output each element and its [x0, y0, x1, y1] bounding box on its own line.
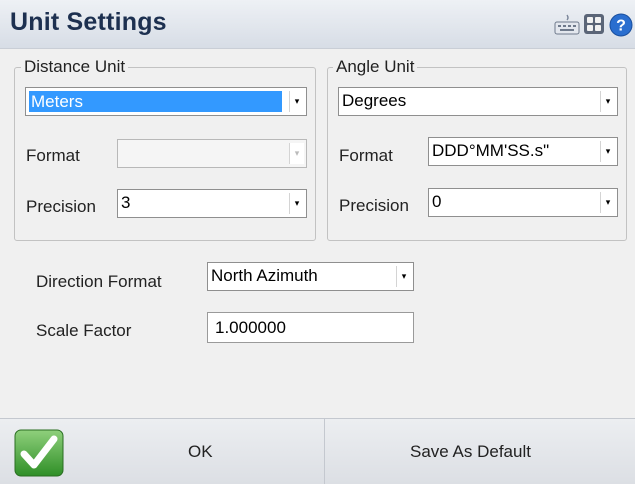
distance-unit-select[interactable]: Meters ▾ [25, 87, 307, 116]
distance-precision-label: Precision [26, 197, 96, 216]
angle-format-value: DDD°MM'SS.s" [432, 141, 550, 160]
svg-text:?: ? [616, 18, 626, 35]
angle-unit-legend: Angle Unit [333, 57, 418, 77]
angle-unit-select[interactable]: Degrees ▾ [338, 87, 618, 116]
page-title: Unit Settings [10, 8, 167, 36]
scale-factor-input[interactable]: 1.000000 [207, 312, 414, 343]
ok-button[interactable]: OK [0, 419, 325, 484]
chevron-down-icon[interactable]: ▾ [600, 91, 615, 112]
angle-precision-label: Precision [339, 196, 409, 215]
chevron-down-icon[interactable]: ▾ [289, 143, 304, 164]
help-icon[interactable]: ? [609, 13, 633, 42]
angle-format-select[interactable]: DDD°MM'SS.s" ▾ [428, 137, 618, 166]
distance-format-label: Format [26, 146, 80, 165]
angle-unit-value: Degrees [342, 91, 407, 110]
distance-precision-select[interactable]: 3 ▾ [117, 189, 307, 218]
keyboard-icon[interactable] [554, 13, 580, 40]
scale-factor-label: Scale Factor [36, 321, 132, 340]
direction-format-select[interactable]: North Azimuth ▾ [207, 262, 414, 291]
distance-format-select[interactable]: ▾ [117, 139, 307, 168]
distance-unit-legend: Distance Unit [21, 57, 129, 77]
chevron-down-icon[interactable]: ▾ [289, 193, 304, 214]
apps-grid-icon[interactable] [583, 13, 605, 40]
angle-format-label: Format [339, 146, 393, 165]
direction-format-value: North Azimuth [211, 266, 318, 285]
chevron-down-icon[interactable]: ▾ [396, 266, 411, 287]
chevron-down-icon[interactable]: ▾ [289, 91, 304, 112]
chevron-down-icon[interactable]: ▾ [600, 141, 615, 162]
distance-precision-value: 3 [121, 193, 131, 212]
save-as-default-button[interactable]: Save As Default [325, 419, 635, 484]
ok-button-label: OK [188, 442, 213, 461]
chevron-down-icon[interactable]: ▾ [600, 192, 615, 213]
bottom-button-bar: OK Save As Default [0, 418, 635, 484]
direction-format-label: Direction Format [36, 272, 162, 291]
checkmark-icon [14, 429, 64, 482]
save-as-default-label: Save As Default [410, 442, 531, 461]
scale-factor-value: 1.000000 [215, 318, 286, 337]
title-bar: Unit Settings ? [0, 0, 635, 49]
angle-precision-select[interactable]: 0 ▾ [428, 188, 618, 217]
distance-unit-value: Meters [29, 91, 282, 112]
angle-precision-value: 0 [432, 192, 442, 211]
